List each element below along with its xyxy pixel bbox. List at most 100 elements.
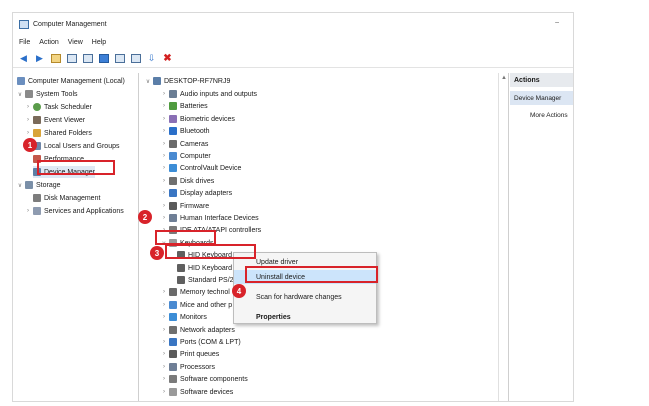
tree-item-device-category[interactable]: › Display adapters: [161, 187, 232, 199]
tree-item-device-category[interactable]: › Software components: [161, 373, 248, 385]
menu-view[interactable]: View: [68, 39, 83, 46]
device-category-icon: [169, 152, 177, 160]
tree-item-computer-management[interactable]: Computer Management (Local): [17, 75, 125, 87]
properties-icon[interactable]: [81, 53, 94, 65]
clock-icon: [33, 103, 41, 111]
chevron-right-icon[interactable]: ›: [161, 103, 167, 109]
tree-item-device-category[interactable]: › Firmware: [161, 200, 209, 212]
tree-item-shared-folders[interactable]: › Shared Folders: [25, 127, 92, 139]
scan-hardware-menu-item[interactable]: Scan for hardware changes: [234, 290, 376, 304]
chevron-down-icon[interactable]: ∨: [17, 91, 23, 98]
console-tree-icon[interactable]: [65, 53, 78, 65]
up-folder-icon[interactable]: [49, 53, 62, 65]
tree-item-local-users[interactable]: Local Users and Groups: [33, 140, 119, 152]
performance-icon: [33, 155, 41, 163]
chevron-right-icon[interactable]: ›: [161, 178, 167, 184]
title-bar: Computer Management –: [13, 13, 573, 35]
chevron-right-icon[interactable]: ›: [161, 203, 167, 209]
callout-badge-4: 4: [232, 284, 246, 298]
chevron-right-icon[interactable]: ›: [161, 165, 167, 171]
tree-item-event-viewer[interactable]: › Event Viewer: [25, 114, 85, 126]
menu-help[interactable]: Help: [92, 39, 106, 46]
chevron-down-icon[interactable]: ∨: [161, 240, 167, 247]
x-icon[interactable]: ✖: [161, 53, 174, 65]
tree-item-storage[interactable]: ∨ Storage: [17, 179, 61, 191]
tree-item-services[interactable]: › Services and Applications: [25, 205, 124, 217]
chevron-right-icon[interactable]: ›: [25, 130, 31, 136]
show-hide-icon[interactable]: [113, 53, 126, 65]
tree-item-device-category[interactable]: › Mice and other p: [161, 299, 232, 311]
tree-label: Mice and other p: [180, 301, 233, 309]
tree-item-device-category[interactable]: › Bluetooth: [161, 125, 210, 137]
enable-device-icon[interactable]: ⇩: [145, 53, 158, 65]
tree-item-device-category[interactable]: › Biometric devices: [161, 113, 235, 125]
update-driver-menu-item[interactable]: Update driver: [234, 255, 376, 269]
tree-item-device-category[interactable]: › Monitors: [161, 311, 207, 323]
tree-item-device-category[interactable]: › Ports (COM & LPT): [161, 336, 241, 348]
chevron-right-icon[interactable]: ›: [161, 389, 167, 395]
chevron-right-icon[interactable]: ›: [25, 117, 31, 123]
tree-item-device-category[interactable]: › IDE ATA/ATAPI controllers: [161, 224, 261, 236]
tree-item-keyboard-device[interactable]: HID Keyboard: [177, 249, 232, 261]
chevron-right-icon[interactable]: ›: [161, 91, 167, 97]
tree-item-task-scheduler[interactable]: › Task Scheduler: [25, 101, 92, 113]
chevron-right-icon[interactable]: ›: [161, 314, 167, 320]
chevron-right-icon[interactable]: ›: [161, 364, 167, 370]
chevron-right-icon[interactable]: ›: [161, 227, 167, 233]
chevron-right-icon[interactable]: ›: [161, 116, 167, 122]
chevron-right-icon[interactable]: ›: [161, 153, 167, 159]
tree-item-device-category[interactable]: › Software devices: [161, 386, 233, 398]
tree-item-device-category[interactable]: › Batteries: [161, 100, 208, 112]
tree-item-disk-management[interactable]: Disk Management: [33, 192, 100, 204]
tree-item-computer-root[interactable]: ∨ DESKTOP-RF7NRJ9: [145, 75, 230, 87]
chevron-right-icon[interactable]: ›: [161, 351, 167, 357]
chevron-right-icon[interactable]: ›: [161, 327, 167, 333]
tree-item-device-manager[interactable]: Device Manager: [33, 166, 95, 178]
tree-item-device-category[interactable]: › Audio inputs and outputs: [161, 88, 257, 100]
chevron-right-icon[interactable]: ›: [25, 104, 31, 110]
tree-item-performance[interactable]: Performance: [33, 153, 84, 165]
chevron-right-icon[interactable]: ›: [161, 215, 167, 221]
minimize-button[interactable]: –: [555, 19, 559, 26]
chevron-right-icon[interactable]: ›: [161, 289, 167, 295]
more-actions-link[interactable]: More Actions: [510, 108, 573, 122]
tree-item-keyboard-device[interactable]: Standard PS/2: [177, 274, 234, 286]
tree-item-keyboards[interactable]: ∨ Keyboards: [161, 237, 213, 249]
properties-menu-item[interactable]: Properties: [234, 310, 376, 324]
tree-item-system-tools[interactable]: ∨ System Tools: [17, 88, 78, 100]
update-driver-icon[interactable]: [129, 53, 142, 65]
device-category-icon: [169, 288, 177, 296]
tree-item-device-category[interactable]: › Print queues: [161, 348, 219, 360]
tree-item-device-category[interactable]: › Computer: [161, 150, 211, 162]
tree-item-device-category[interactable]: › Disk drives: [161, 175, 214, 187]
device-tree-pane: ∨ DESKTOP-RF7NRJ9 › Audio inputs and outp…: [141, 73, 509, 401]
chevron-right-icon[interactable]: ›: [161, 339, 167, 345]
chevron-right-icon[interactable]: ›: [161, 302, 167, 308]
menu-action[interactable]: Action: [39, 39, 58, 46]
chevron-right-icon[interactable]: ›: [161, 128, 167, 134]
chevron-right-icon[interactable]: ›: [161, 141, 167, 147]
tree-item-device-category[interactable]: › ControlVault Device: [161, 162, 241, 174]
tree-item-device-category[interactable]: › Memory technol: [161, 286, 230, 298]
back-arrow-icon[interactable]: ◀: [17, 53, 30, 65]
menu-file[interactable]: File: [19, 39, 30, 46]
help-icon[interactable]: [97, 53, 110, 65]
tree-label: Computer: [180, 152, 211, 160]
tree-item-device-category[interactable]: › Cameras: [161, 138, 208, 150]
tree-item-device-category[interactable]: › Processors: [161, 361, 215, 373]
tree-label: HID Keyboard: [188, 251, 232, 259]
chevron-down-icon[interactable]: ∨: [145, 78, 151, 85]
chevron-right-icon[interactable]: ›: [161, 376, 167, 382]
chevron-down-icon[interactable]: ∨: [17, 182, 23, 189]
scrollbar[interactable]: ▲: [498, 73, 508, 401]
uninstall-device-menu-item[interactable]: Uninstall device: [234, 270, 376, 284]
chevron-right-icon[interactable]: ›: [161, 190, 167, 196]
tree-item-device-category[interactable]: › Human Interface Devices: [161, 212, 259, 224]
tree-item-keyboard-device[interactable]: HID Keyboard: [177, 262, 232, 274]
actions-device-manager[interactable]: Device Manager: [510, 91, 573, 105]
scroll-up-icon[interactable]: ▲: [501, 75, 507, 81]
chevron-right-icon[interactable]: ›: [25, 208, 31, 214]
shared-folder-icon: [33, 129, 41, 137]
forward-arrow-icon[interactable]: ▶: [33, 53, 46, 65]
tree-item-device-category[interactable]: › Network adapters: [161, 324, 235, 336]
